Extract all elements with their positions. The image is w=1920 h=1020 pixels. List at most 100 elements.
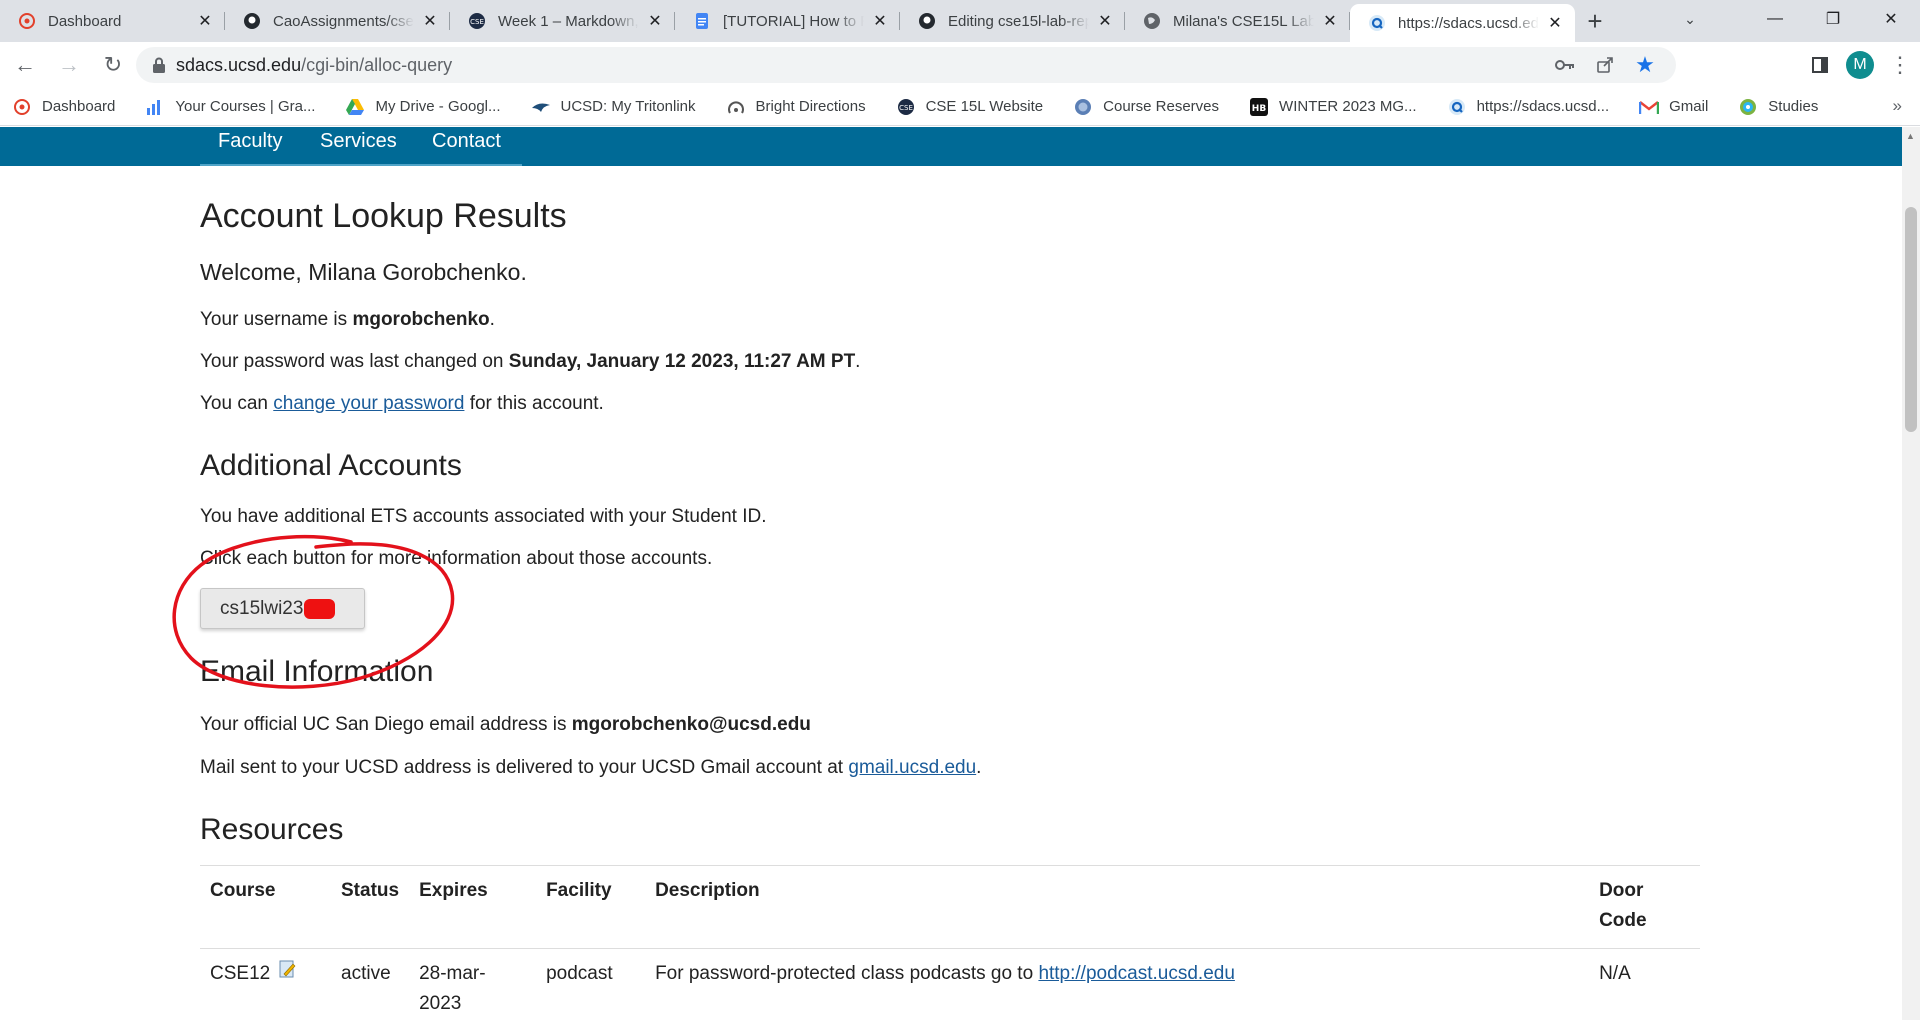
email-info-heading: Email Information [200,655,434,688]
bookmark-cse15l[interactable]: CSE CSE 15L Website [896,97,1043,117]
email-line: Your official UC San Diego email address… [200,714,811,736]
bookmark-my-drive[interactable]: My Drive - Googl... [345,97,501,117]
col-header-expires: Expires [409,865,537,949]
globe-icon [1143,12,1161,30]
address-bar[interactable]: sdacs.ucsd.edu/cgi-bin/alloc-query ★ [136,47,1676,83]
tab-title: Editing cse15l-lab-repo [948,12,1089,30]
bookmark-bright-directions[interactable]: Bright Directions [726,97,866,117]
bookmark-sdacs[interactable]: https://sdacs.ucsd... [1447,97,1609,117]
nav-services[interactable]: Services [320,130,397,153]
gmail-icon [1639,97,1660,117]
side-panel-icon[interactable] [1800,45,1840,85]
key-icon[interactable] [1554,54,1576,76]
account-button[interactable]: cs15lwi23 [200,588,365,629]
svg-text:CSE: CSE [470,18,484,26]
bookmark-label: UCSD: My Tritonlink [560,98,696,115]
tab-strip: Dashboard ✕ CaoAssignments/cse15l ✕ CSE … [0,0,1920,42]
library-seal-icon [1073,97,1093,117]
expires-line1: 28-mar- [419,963,486,984]
studies-icon [1738,97,1758,117]
username-value: mgorobchenko [352,309,490,330]
bookmark-course-reserves[interactable]: Course Reserves [1073,97,1219,117]
bookmark-label: Studies [1768,98,1819,115]
svg-text:CSE: CSE [899,104,913,112]
bookmark-tritonlink[interactable]: UCSD: My Tritonlink [531,97,696,117]
lock-icon[interactable] [152,57,166,78]
close-icon[interactable]: ✕ [420,11,440,31]
password-label: Your password was last changed on [200,351,509,372]
nav-contact[interactable]: Contact [432,130,501,153]
change-password-link[interactable]: change your password [273,393,464,414]
tab-title: [TUTORIAL] How to Re [723,12,864,30]
edit-note-icon[interactable] [279,959,297,989]
star-icon[interactable]: ★ [1634,52,1656,77]
avatar[interactable]: M [1846,51,1874,79]
resources-table: Course Status Expires Facility Descripti… [200,865,1700,1020]
cell-expires: 28-mar- 2023 [409,949,536,1020]
redaction-mark [304,598,336,619]
email-label: Your official UC San Diego email address… [200,714,572,735]
scrollbar-thumb[interactable] [1905,207,1917,432]
close-icon[interactable]: ✕ [195,11,215,31]
podcast-link[interactable]: http://podcast.ucsd.edu [1038,963,1234,984]
change-prefix: You can [200,393,274,414]
nav-underline [200,164,522,166]
col-header-status: Status [331,865,410,949]
close-icon[interactable]: ✕ [1545,13,1565,33]
col-header-description: Description [645,865,1590,949]
more-bookmarks-icon[interactable]: » [1893,96,1902,116]
nav-faculty[interactable]: Faculty [218,130,282,153]
vertical-scrollbar[interactable]: ▲ [1902,127,1920,1020]
reload-icon[interactable]: ↻ [94,46,132,84]
tab-sdacs[interactable]: https://sdacs.ucsd.edu ✕ [1350,4,1575,42]
additional-accounts-text: You have additional ETS accounts associa… [200,506,767,527]
tab-dashboard[interactable]: Dashboard ✕ [0,4,225,38]
bookmarks-bar: Dashboard Your Courses | Gra... My Drive… [0,88,1920,126]
gmail-link[interactable]: gmail.ucsd.edu [848,757,976,778]
close-icon[interactable]: ✕ [645,11,665,31]
bar-chart-icon [145,97,165,117]
minimize-button[interactable]: — [1746,0,1804,38]
bookmark-your-courses[interactable]: Your Courses | Gra... [145,97,315,117]
tab-week1[interactable]: CSE Week 1 – Markdown, Git ✕ [450,4,675,38]
tab-title: CaoAssignments/cse15l [273,12,414,30]
browser-toolbar: ← → ↻ sdacs.ucsd.edu/cgi-bin/alloc-query… [0,42,1920,88]
password-date: Sunday, January 12 2023, 11:27 AM PT [508,351,856,372]
resources-heading: Resources [200,813,344,846]
site-nav: Faculty Services Contact [0,127,1902,166]
url-host: sdacs.ucsd.edu [176,54,302,75]
bookmark-gmail[interactable]: Gmail [1639,97,1708,117]
close-icon[interactable]: ✕ [870,11,890,31]
tab-caoassignments[interactable]: CaoAssignments/cse15l ✕ [225,4,450,38]
tab-editing[interactable]: Editing cse15l-lab-repo ✕ [900,4,1125,38]
bookmark-winter-2023[interactable]: HB WINTER 2023 MG... [1249,97,1417,117]
new-tab-button[interactable]: + [1575,4,1615,38]
email-value: mgorobchenko@ucsd.edu [571,714,811,735]
mail-prefix: Mail sent to your UCSD address is delive… [200,757,849,778]
close-icon[interactable]: ✕ [1320,11,1340,31]
close-window-button[interactable]: ✕ [1862,0,1920,38]
cell-description: For password-protected class podcasts go… [645,949,1589,1020]
cell-course: CSE12 [200,949,331,1020]
username-label: Your username is [200,309,353,330]
bookmark-label: Gmail [1669,98,1709,115]
bookmark-studies[interactable]: Studies [1738,97,1818,117]
scroll-up-icon[interactable]: ▲ [1906,131,1915,141]
password-line: Your password was last changed on Sunday… [200,351,861,372]
tab-tutorial[interactable]: [TUTORIAL] How to Re ✕ [675,4,900,38]
share-icon[interactable] [1594,54,1616,76]
cse-icon: CSE [896,97,916,117]
back-arrow-icon[interactable]: ← [6,46,44,84]
tab-search-icon[interactable]: ⌄ [1670,0,1710,38]
triton-icon [531,97,551,117]
github-icon [243,12,261,30]
table-header-row: Course Status Expires Facility Descripti… [200,865,1700,949]
bookmark-label: WINTER 2023 MG... [1279,98,1417,115]
close-icon[interactable]: ✕ [1095,11,1115,31]
forward-arrow-icon[interactable]: → [50,46,88,84]
bookmark-dashboard[interactable]: Dashboard [12,97,115,117]
tab-lab-report[interactable]: Milana's CSE15L Lab R ✕ [1125,4,1350,38]
sdacs-icon [1447,97,1467,117]
restore-button[interactable]: ❐ [1804,0,1862,38]
menu-kebab-icon[interactable]: ⋮ [1880,45,1920,85]
